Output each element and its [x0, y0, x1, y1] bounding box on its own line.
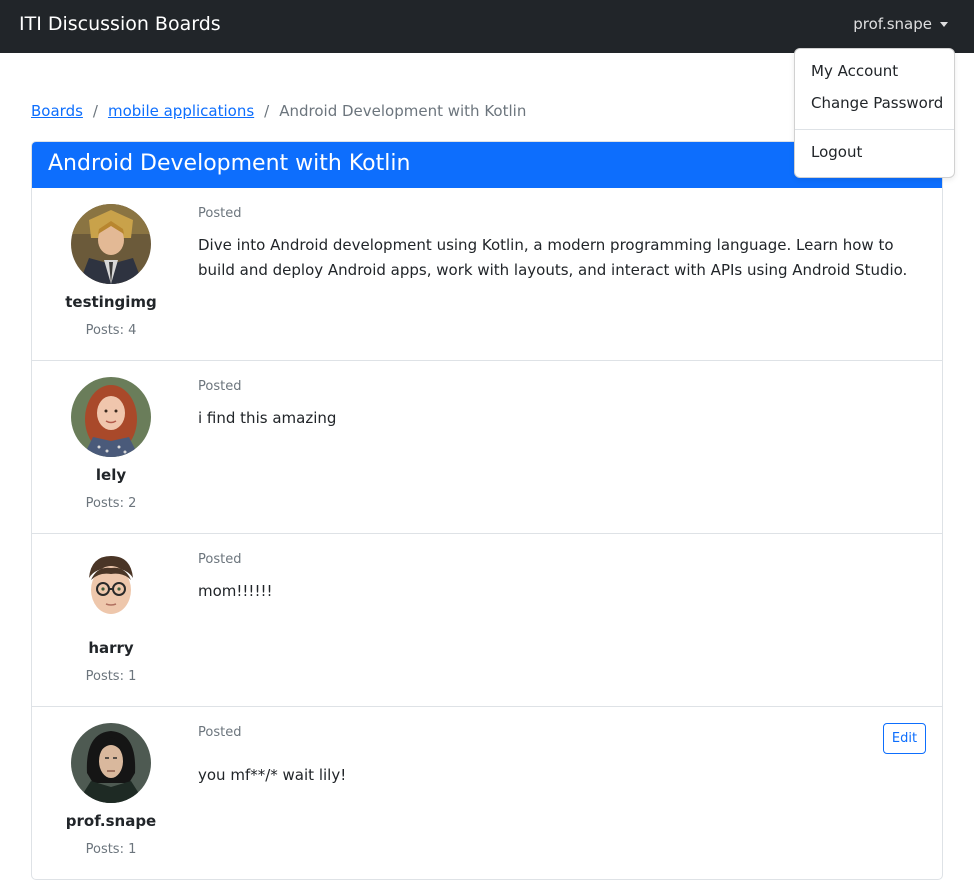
- menu-item-my-account[interactable]: My Account: [811, 62, 898, 80]
- post-username[interactable]: testingimg: [32, 293, 190, 311]
- post-count: Posts: 1: [85, 842, 137, 857]
- post-meta: Posted: [198, 206, 242, 221]
- user-avatar[interactable]: [71, 204, 151, 284]
- menu-divider: [795, 129, 954, 130]
- menu-item-change-password[interactable]: Change Password: [811, 94, 943, 112]
- avatar-dark-hair-man-icon: [71, 723, 151, 803]
- post-message: i find this amazing: [198, 409, 337, 427]
- post-count: Posts: 2: [85, 496, 137, 511]
- post-count: Posts: 4: [85, 323, 137, 338]
- brand-link[interactable]: ITI Discussion Boards: [19, 13, 221, 35]
- user-menu-toggle[interactable]: prof.snape: [853, 15, 948, 33]
- post-meta: Posted: [198, 552, 242, 567]
- post-username[interactable]: harry: [32, 639, 190, 657]
- post-item: prof.snape Posts: 1 Posted you mf**/* wa…: [32, 706, 942, 879]
- breadcrumb-current: Android Development with Kotlin: [279, 102, 527, 120]
- post-count: Posts: 1: [85, 669, 137, 684]
- breadcrumb-separator: /: [92, 102, 98, 120]
- post-item: harry Posts: 1 Posted mom!!!!!!: [32, 533, 942, 706]
- edit-post-button[interactable]: Edit: [883, 723, 926, 754]
- avatar-red-hair-girl-icon: [71, 377, 151, 457]
- user-menu-label: prof.snape: [853, 15, 932, 33]
- topic-card: Android Development with Kotlin testingi…: [31, 141, 943, 880]
- post-item: lely Posts: 2 Posted i find this amazing: [32, 360, 942, 533]
- caret-down-icon: [940, 21, 948, 27]
- menu-item-logout[interactable]: Logout: [811, 143, 862, 161]
- post-message: Dive into Android development using Kotl…: [198, 236, 908, 279]
- topic-title: Android Development with Kotlin: [48, 151, 411, 176]
- breadcrumb: Boards / mobile applications / Android D…: [31, 102, 526, 120]
- post-username[interactable]: prof.snape: [32, 812, 190, 830]
- post-message: mom!!!!!!: [198, 582, 273, 600]
- user-avatar[interactable]: [71, 723, 151, 803]
- post-meta: Posted: [198, 379, 242, 394]
- user-dropdown-menu: My Account Change Password Logout: [794, 48, 955, 178]
- avatar-anime-soldier-icon: [71, 204, 151, 284]
- post-message: you mf**/* wait lily!: [198, 766, 347, 784]
- top-navbar: ITI Discussion Boards prof.snape: [0, 0, 974, 53]
- user-avatar[interactable]: [71, 377, 151, 457]
- post-username[interactable]: lely: [32, 466, 190, 484]
- post-meta: Posted: [198, 725, 242, 740]
- user-avatar[interactable]: [71, 550, 151, 630]
- breadcrumb-boards-link[interactable]: Boards: [31, 102, 83, 120]
- avatar-boy-glasses-icon: [71, 550, 151, 630]
- breadcrumb-separator: /: [264, 102, 270, 120]
- post-item: testingimg Posts: 4 Posted Dive into And…: [32, 188, 942, 361]
- breadcrumb-category-link[interactable]: mobile applications: [108, 102, 254, 120]
